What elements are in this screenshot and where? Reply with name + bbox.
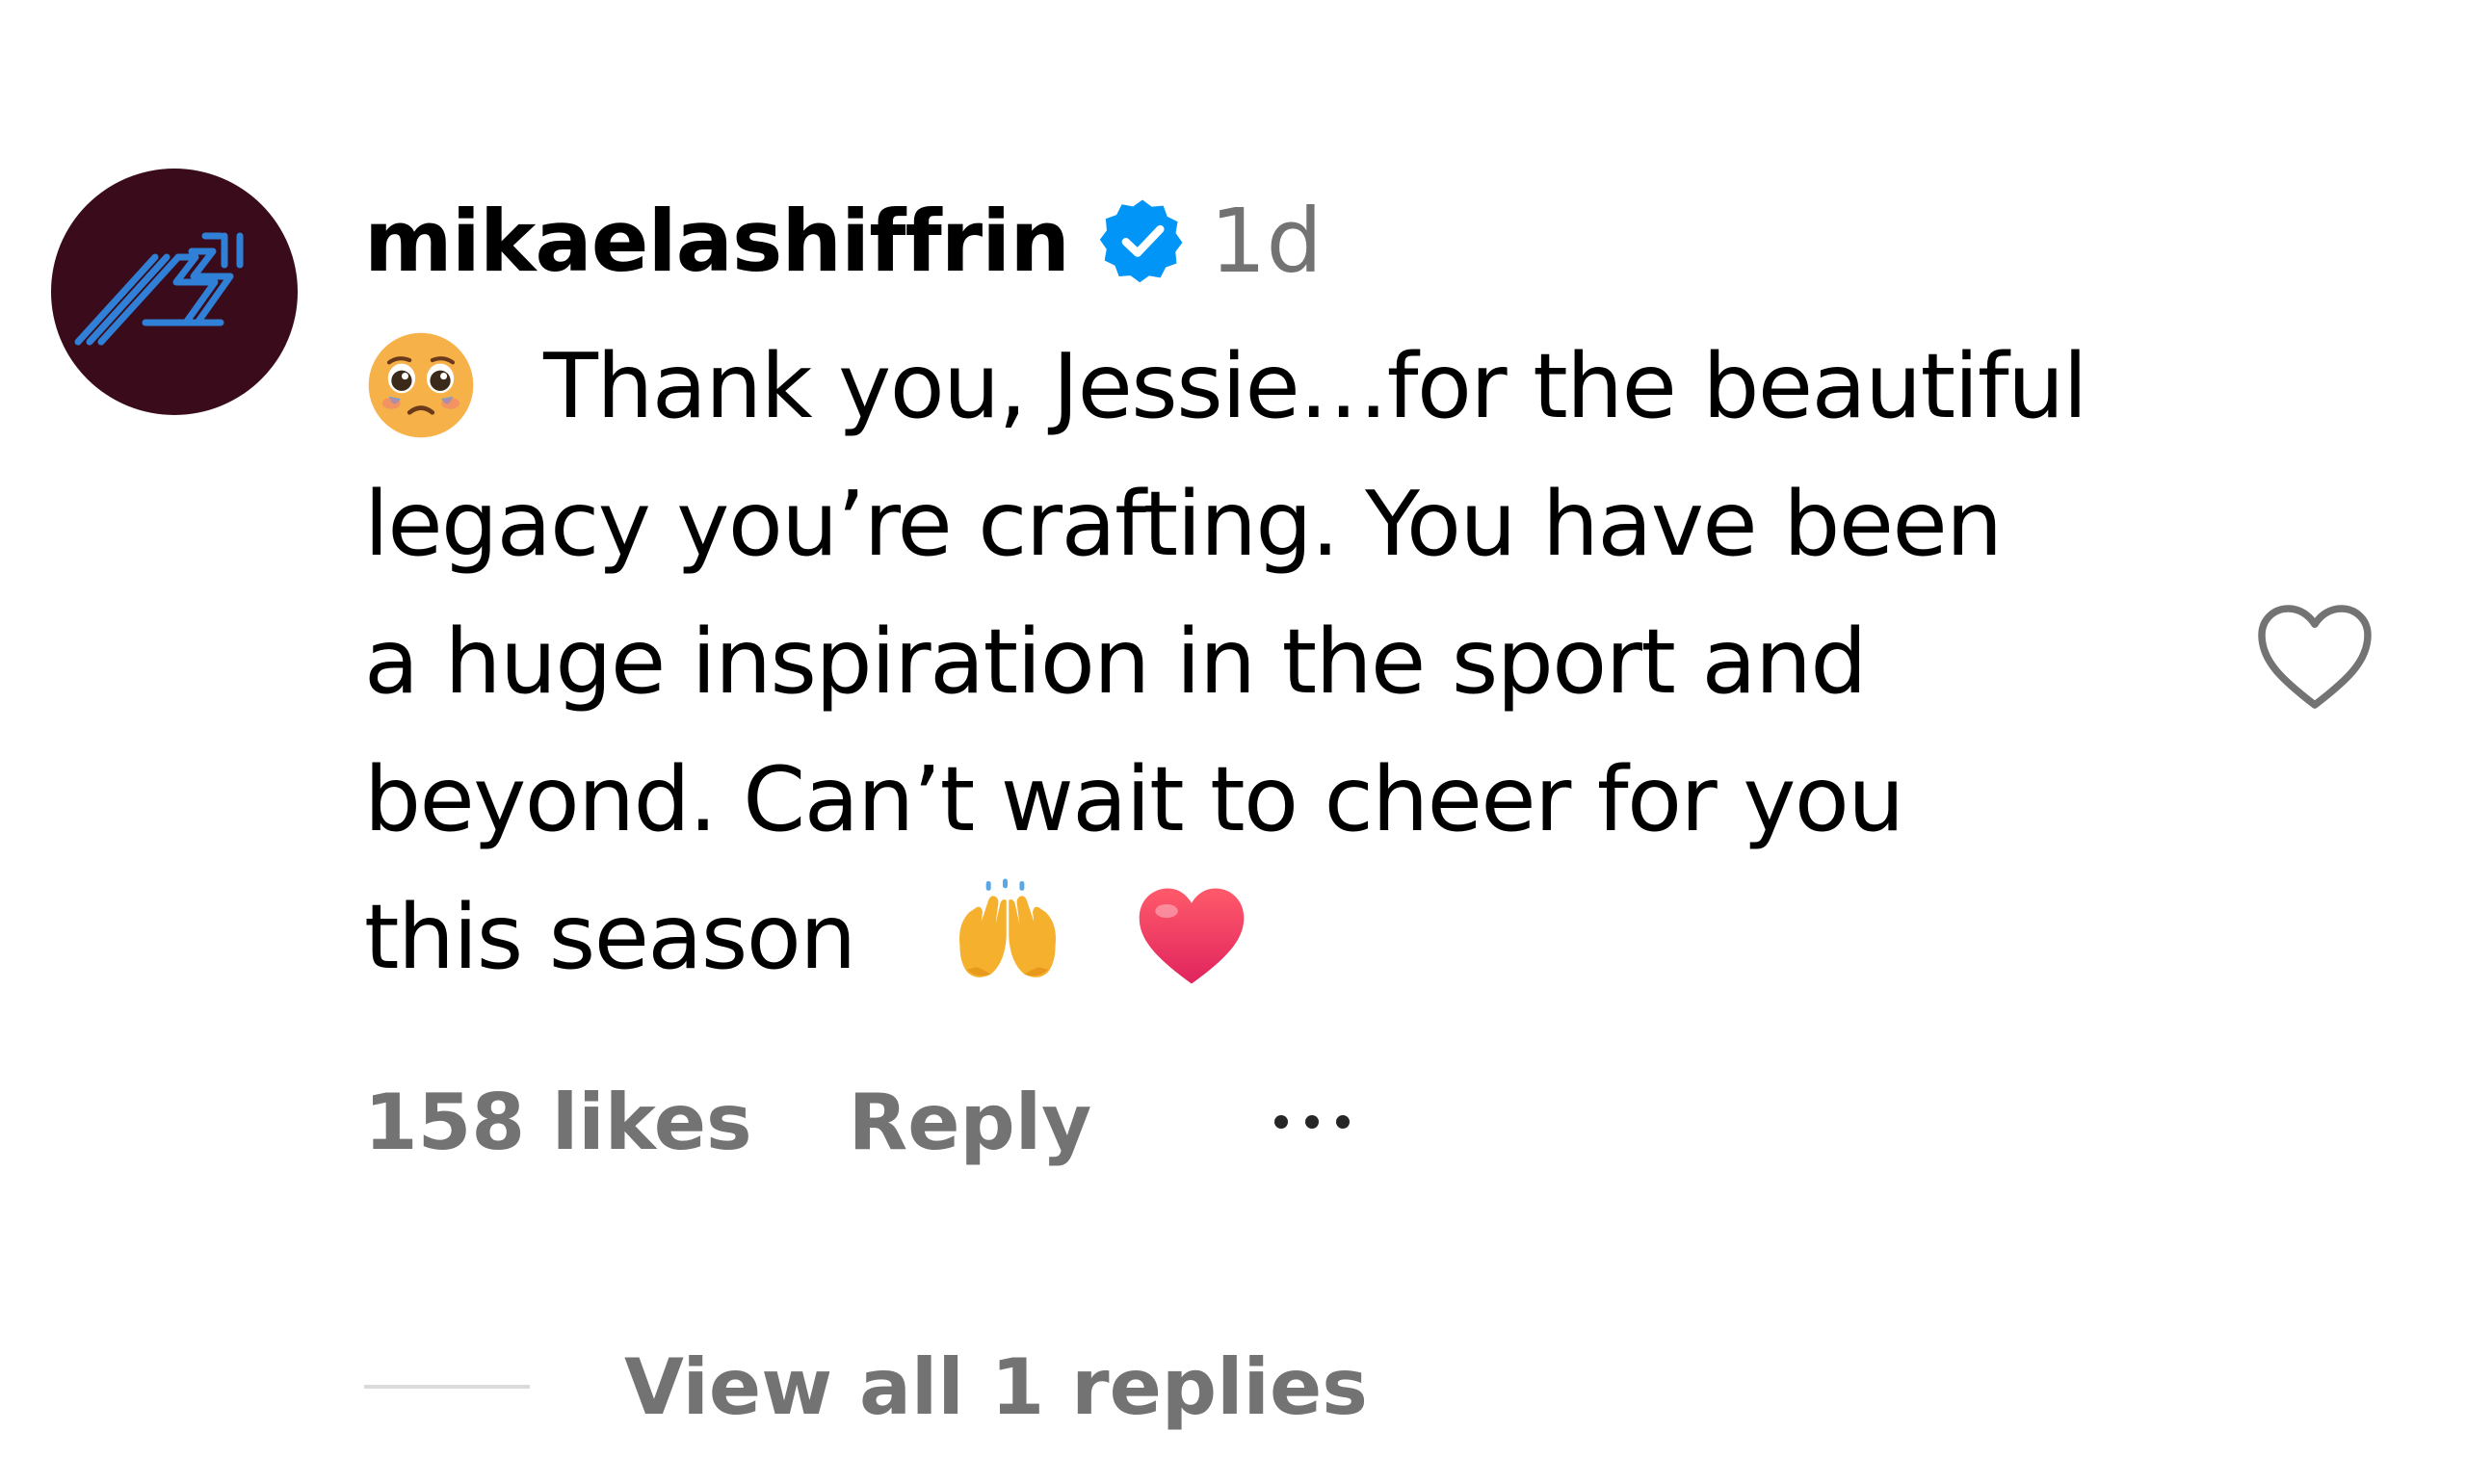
verified-badge-icon — [1098, 196, 1187, 285]
avatar[interactable] — [51, 169, 298, 415]
ms-logo-icon — [74, 232, 244, 346]
comment-line-text: Thank you, Jessie…for the beautiful — [543, 334, 2087, 438]
comment-line-4: beyond. Can’t wait to cheer for you — [364, 731, 2243, 869]
red-heart-emoji-icon — [1135, 883, 1248, 989]
comment-line-text: beyond. Can’t wait to cheer for you — [364, 747, 1904, 851]
like-button[interactable] — [2252, 599, 2377, 715]
reply-button[interactable]: Reply — [849, 1078, 1092, 1167]
dot — [1336, 1115, 1351, 1129]
dot — [1305, 1115, 1320, 1129]
replies-divider — [364, 1385, 530, 1389]
comment-line-3: a huge inspiration in the sport and — [364, 593, 2243, 731]
heart-outline-icon — [2258, 605, 2372, 709]
comment-text: Thank you, Jessie…for the beautiful lega… — [364, 318, 2243, 1006]
more-options-icon[interactable] — [1274, 1093, 1351, 1151]
comment-line-text: legacy you’re crafting. You have been — [364, 472, 2003, 576]
comment: mikaelashiffrin 1d Thank you, Jessie…for… — [0, 0, 2466, 1484]
username[interactable]: mikaelashiffrin — [364, 192, 1070, 291]
pleading-face-emoji-icon — [364, 328, 478, 442]
comment-line-2: legacy you’re crafting. You have been — [364, 456, 2243, 593]
likes-count[interactable]: 158 likes — [364, 1078, 752, 1167]
comment-line-text: a huge inspiration in the sport and — [364, 610, 1867, 714]
comment-line-text: this season — [364, 885, 856, 989]
dot — [1274, 1115, 1289, 1129]
comment-timestamp[interactable]: 1d — [1210, 190, 1323, 293]
comment-actions: 158 likes Reply — [364, 1069, 1351, 1175]
view-replies-label: View all 1 replies — [624, 1341, 1368, 1432]
comment-line-1: Thank you, Jessie…for the beautiful — [364, 318, 2243, 456]
comment-header: mikaelashiffrin 1d — [364, 178, 1323, 303]
view-replies-button[interactable]: View all 1 replies — [364, 1334, 1368, 1440]
raising-hands-emoji-icon — [948, 876, 1067, 996]
comment-line-5: this season — [364, 869, 2243, 1006]
